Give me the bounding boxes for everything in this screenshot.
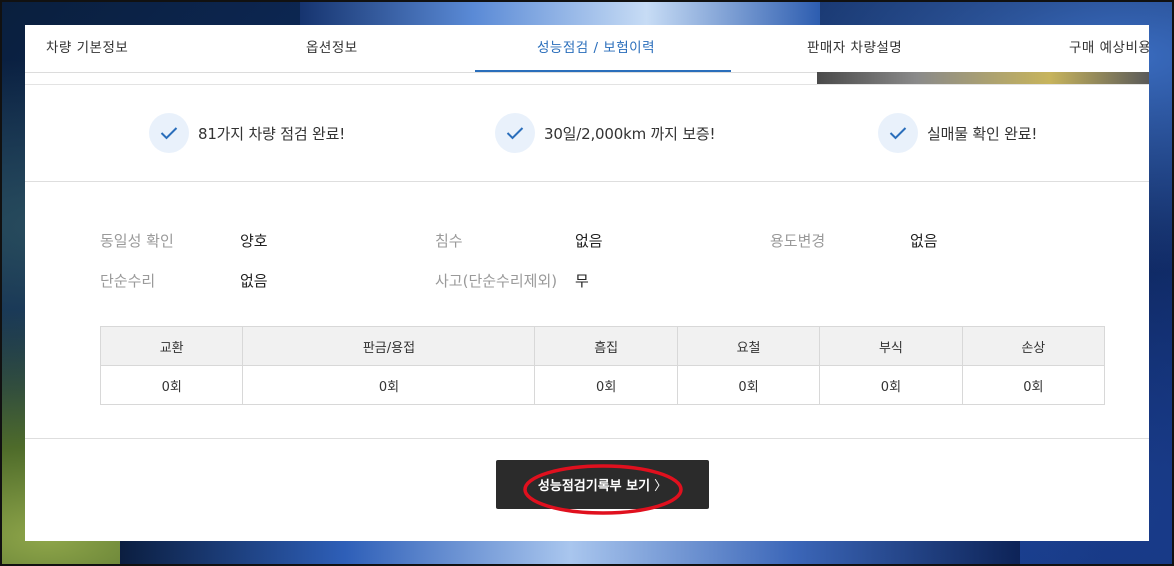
- table-cell: 0회: [676, 365, 821, 405]
- table-cell: 0회: [242, 365, 536, 405]
- view-inspection-record-button[interactable]: 성능점검기록부 보기 〉: [496, 460, 709, 509]
- background-highlight: [300, 0, 820, 26]
- check-icon: [878, 113, 918, 153]
- table-header: 부식: [819, 326, 963, 366]
- tab-options[interactable]: 옵션정보: [306, 25, 358, 72]
- check-text: 30일/2,000km 까지 보증!: [544, 124, 716, 143]
- table-header: 손상: [961, 326, 1106, 366]
- identity-label: 동일성 확인: [100, 232, 174, 250]
- check-item: 81가지 차량 점검 완료!: [149, 113, 345, 153]
- flood-value: 없음: [575, 232, 603, 250]
- table-header: 판금/용접: [242, 326, 536, 366]
- table-cell: 0회: [961, 365, 1106, 405]
- tab-clip: 구매 예상비용: [1065, 25, 1149, 72]
- divider: [25, 438, 1149, 439]
- background-highlight: [120, 540, 1020, 566]
- table-cell: 0회: [99, 365, 244, 405]
- table-header-row: 교환 판금/용접 흠집 요철 부식 손상: [99, 326, 1106, 366]
- check-icon: [149, 113, 189, 153]
- tab-inspection-insurance[interactable]: 성능점검 / 보험이력: [537, 25, 655, 72]
- accident-label: 사고(단순수리제외): [435, 272, 558, 290]
- vehicle-photo-strip: [817, 72, 1149, 84]
- table-header: 교환: [99, 326, 244, 366]
- chevron-right-icon: 〉: [654, 479, 668, 494]
- simple-repair-value: 없음: [240, 272, 268, 290]
- check-icon: [495, 113, 535, 153]
- table-header: 요철: [676, 326, 821, 366]
- check-text: 실매물 확인 완료!: [927, 124, 1038, 143]
- tab-basic-info[interactable]: 차량 기본정보: [46, 25, 128, 72]
- tab-seller-description[interactable]: 판매자 차량설명: [807, 25, 902, 72]
- flood-label: 침수: [435, 232, 463, 250]
- repair-history-table: 교환 판금/용접 흠집 요철 부식 손상 0회 0회 0회 0회 0회 0회: [99, 326, 1106, 405]
- check-item: 실매물 확인 완료!: [878, 113, 1037, 153]
- active-tab-indicator: [475, 70, 731, 72]
- check-item: 30일/2,000km 까지 보증!: [495, 113, 716, 153]
- table-header: 흠집: [534, 326, 678, 366]
- accident-value: 무: [575, 272, 589, 290]
- tab-bar: 차량 기본정보 옵션정보 성능점검 / 보험이력 판매자 차량설명 구매 예상비…: [25, 25, 1149, 73]
- divider: [25, 84, 1149, 85]
- table-row: 0회 0회 0회 0회 0회 0회: [99, 365, 1106, 405]
- tab-expected-cost[interactable]: 구매 예상비용: [1069, 25, 1149, 72]
- vehicle-detail-panel: 차량 기본정보 옵션정보 성능점검 / 보험이력 판매자 차량설명 구매 예상비…: [25, 25, 1149, 541]
- table-cell: 0회: [819, 365, 963, 405]
- simple-repair-label: 단순수리: [100, 272, 156, 290]
- usage-change-value: 없음: [910, 232, 938, 250]
- divider: [25, 181, 1149, 182]
- usage-change-label: 용도변경: [770, 232, 826, 250]
- check-text: 81가지 차량 점검 완료!: [198, 124, 346, 143]
- identity-value: 양호: [240, 232, 268, 250]
- table-cell: 0회: [534, 365, 678, 405]
- view-inspection-record-label: 성능점검기록부 보기: [537, 479, 651, 494]
